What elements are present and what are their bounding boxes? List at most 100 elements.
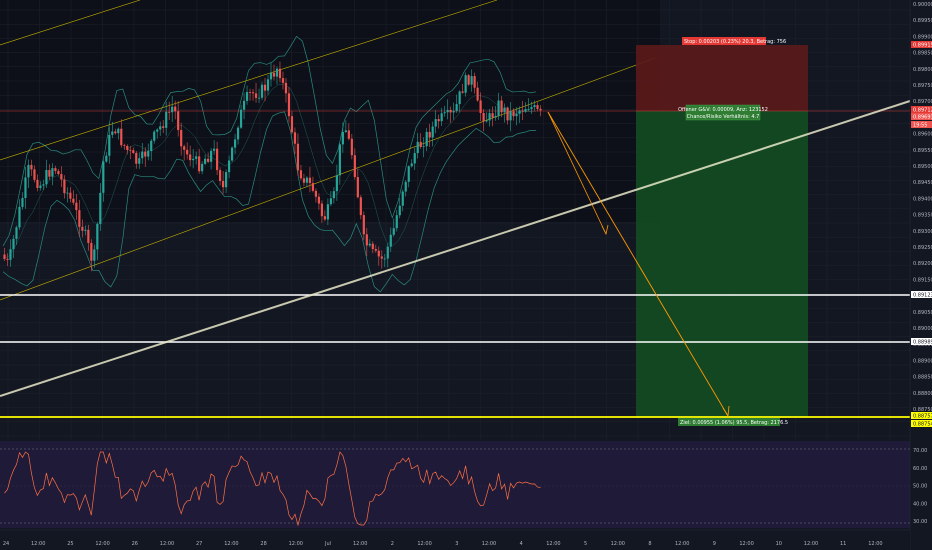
- candle-body: [326, 204, 329, 220]
- candle-body: [132, 150, 135, 153]
- candle-body: [332, 191, 335, 199]
- candle-body: [210, 150, 213, 162]
- candle-body: [509, 111, 512, 121]
- candle-body: [422, 146, 425, 148]
- candle-body: [129, 149, 132, 151]
- candle-body: [114, 131, 117, 134]
- candle-body: [539, 108, 542, 111]
- candle-body: [410, 163, 413, 167]
- candle-body: [93, 249, 96, 261]
- candle-body: [51, 168, 54, 177]
- candle-body: [290, 116, 294, 133]
- target-tag: 0.88757: [913, 414, 932, 420]
- rsi-tick: 40.00: [913, 501, 927, 507]
- candle-body: [260, 84, 264, 98]
- candle-body: [470, 76, 473, 85]
- candle-body: [75, 202, 78, 211]
- time-axis[interactable]: 24 12:00 25 12:00 26 12:00 27 12:00 28 12:00 Jul 12…: [0, 529, 910, 550]
- candle-body: [329, 198, 332, 205]
- candle-body: [425, 131, 428, 147]
- time-label: 2: [391, 541, 394, 547]
- candle-body: [530, 107, 533, 110]
- price-tick: 0.89350: [913, 213, 932, 219]
- candle-body: [356, 177, 359, 198]
- time-label: 26: [132, 541, 138, 547]
- time-label: 4: [520, 541, 523, 547]
- candle-body: [69, 192, 72, 199]
- candle-body: [386, 246, 389, 259]
- time-label: 12:00: [739, 541, 753, 547]
- candle-body: [9, 249, 12, 260]
- candle-body: [57, 170, 60, 175]
- candle-body: [335, 175, 338, 192]
- time-axis-bg: [0, 530, 910, 550]
- time-label: Jul: [324, 541, 331, 547]
- candle-body: [213, 148, 216, 151]
- stop-zone: [636, 45, 808, 111]
- price-tick: 0.90000: [913, 2, 932, 8]
- candle-body: [347, 130, 350, 139]
- candle-body: [21, 198, 24, 207]
- time-label: 12:00: [417, 541, 431, 547]
- candle-body: [431, 126, 434, 138]
- candle-body: [239, 109, 243, 128]
- candle-body: [39, 185, 42, 188]
- candle-body: [368, 243, 371, 246]
- price-tick: 0.88900: [913, 358, 932, 364]
- candle-body: [362, 215, 365, 235]
- stop-label: Stop: 0.00203 (0.23%) 20.3, Betrag: 756: [684, 39, 786, 45]
- candle-body: [338, 144, 341, 176]
- candle-body: [177, 111, 180, 131]
- candle-body: [30, 164, 33, 170]
- time-label: 25: [67, 541, 73, 547]
- candle-body: [449, 109, 452, 113]
- candle-body: [359, 197, 362, 216]
- candle-body: [518, 110, 521, 114]
- candle-body: [45, 170, 48, 185]
- rsi-pane[interactable]: [0, 441, 910, 528]
- candle-body: [242, 100, 246, 110]
- candle-body: [476, 87, 479, 101]
- candle-body: [227, 160, 231, 173]
- candle-body: [434, 119, 437, 127]
- price-tick: 0.89150: [913, 277, 932, 283]
- chart-stage[interactable]: 0.90000 0.89950 0.89900 0.89850 0.89800 0.897…: [0, 0, 932, 550]
- candle-body: [63, 179, 66, 194]
- candle-body: [171, 106, 174, 113]
- rsi-tick: 30.00: [913, 519, 927, 525]
- candle-body: [353, 155, 356, 178]
- candle-body: [491, 113, 494, 118]
- candle-body: [126, 145, 129, 150]
- candle-body: [254, 93, 258, 98]
- candle-body: [446, 109, 449, 113]
- candle-body: [278, 68, 282, 79]
- candle-body: [201, 163, 204, 172]
- price-axis[interactable]: 0.90000 0.89950 0.89900 0.89850 0.89800 0.897…: [909, 0, 932, 550]
- candle-body: [96, 224, 99, 250]
- candle-body: [293, 132, 297, 144]
- candle-body: [272, 72, 276, 77]
- time-label: 12:00: [868, 541, 882, 547]
- price-tick: 0.89750: [913, 83, 932, 89]
- candle-body: [503, 107, 506, 113]
- candle-body: [344, 130, 347, 132]
- price-chart[interactable]: 0.90000 0.89950 0.89900 0.89850 0.89800 0.897…: [0, 0, 932, 550]
- candle-body: [536, 105, 539, 109]
- candle-body: [299, 170, 303, 179]
- time-label: 12:00: [289, 541, 303, 547]
- price-tag-2: 0.89691: [913, 115, 932, 121]
- candle-body: [287, 93, 291, 117]
- time-label: 12:00: [804, 541, 818, 547]
- candle-body: [216, 148, 219, 171]
- candle-body: [230, 147, 234, 161]
- candle-body: [221, 181, 225, 188]
- candle-body: [275, 68, 279, 77]
- candle-body: [84, 229, 87, 231]
- candle-body: [102, 161, 105, 193]
- candle-body: [204, 158, 207, 164]
- entry-label-1: Offener G&V: 0.00009, Anz: 123152: [678, 107, 768, 113]
- candle-body: [138, 158, 141, 164]
- candle-body: [99, 192, 102, 225]
- candle-body: [3, 254, 6, 259]
- candle-body: [467, 75, 470, 85]
